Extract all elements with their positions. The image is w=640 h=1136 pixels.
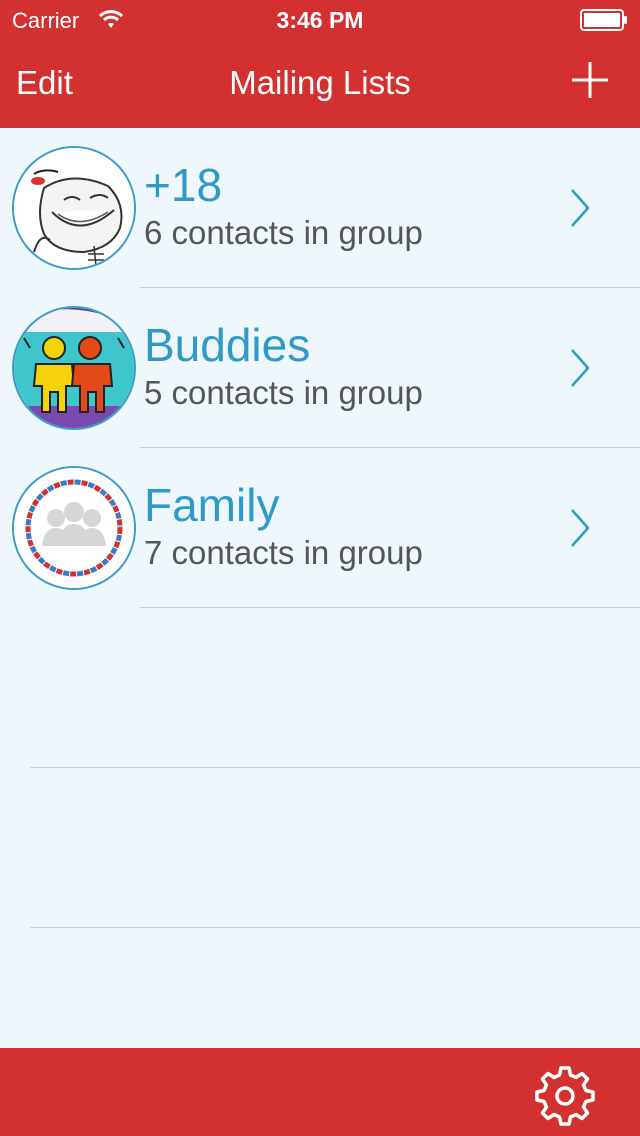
list-title: Family	[144, 479, 280, 531]
list-item[interactable]: Family 7 contacts in group	[0, 448, 640, 608]
gear-icon	[535, 1066, 595, 1126]
list-item[interactable]: +18 6 contacts in group	[0, 128, 640, 288]
row-divider	[140, 607, 640, 608]
battery-icon	[580, 9, 627, 31]
chevron-right-icon	[571, 189, 590, 227]
list-item[interactable]: Buddies 5 contacts in group	[0, 288, 640, 448]
chevron-right-icon	[571, 509, 590, 547]
chevron-right-icon	[571, 349, 590, 387]
mailing-lists: +18 6 contacts in group Buddies 5 contac…	[0, 128, 640, 608]
page-title: Mailing Lists	[229, 64, 411, 101]
empty-row-divider	[30, 767, 640, 768]
bottom-toolbar	[0, 1048, 640, 1136]
buddies-image	[14, 308, 134, 428]
troll-face-image	[14, 148, 134, 268]
empty-row-divider	[30, 927, 640, 928]
group-avatar	[12, 306, 136, 430]
list-title: Buddies	[144, 319, 311, 371]
list-title: +18	[144, 159, 223, 211]
group-avatar	[12, 466, 136, 590]
group-avatar	[12, 146, 136, 270]
plus-icon	[572, 62, 608, 98]
list-contact-count: 6 contacts in group	[144, 214, 423, 251]
airmail-group-image	[14, 468, 134, 588]
list-contact-count: 7 contacts in group	[144, 534, 423, 571]
app-header: Carrier 3:46 PM Edit Mailing Lists	[0, 0, 640, 128]
add-list-button[interactable]	[570, 60, 610, 100]
status-time: 3:46 PM	[276, 7, 364, 33]
status-bar: Carrier 3:46 PM	[0, 0, 640, 40]
list-contact-count: 5 contacts in group	[144, 374, 423, 411]
navigation-bar: Edit Mailing Lists	[0, 40, 640, 128]
settings-button[interactable]	[534, 1064, 596, 1126]
